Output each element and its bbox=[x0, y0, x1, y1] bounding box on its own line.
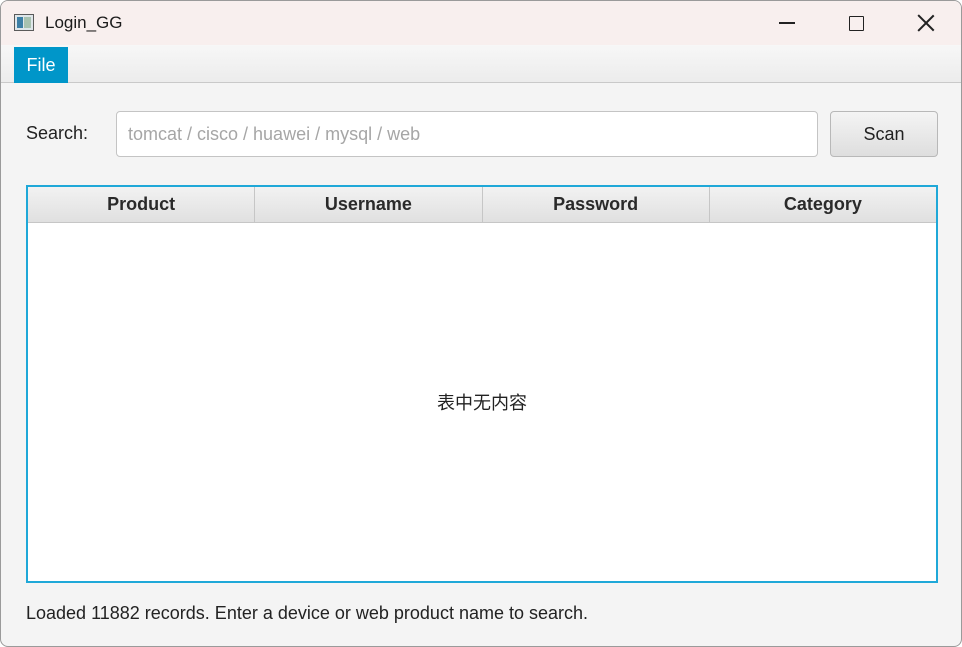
search-label: Search: bbox=[26, 123, 89, 143]
results-table[interactable]: Product Username Password Category 表中无内容 bbox=[26, 185, 938, 583]
app-window: Login_GG File Search: Scan Product Usern… bbox=[0, 0, 962, 647]
column-header-category[interactable]: Category bbox=[710, 187, 936, 222]
close-button[interactable] bbox=[891, 1, 961, 45]
app-window-icon bbox=[14, 14, 34, 31]
maximize-icon bbox=[848, 15, 864, 31]
maximize-button[interactable] bbox=[821, 1, 891, 45]
scan-button[interactable]: Scan bbox=[830, 111, 938, 157]
table-empty-placeholder: 表中无内容 bbox=[437, 393, 527, 413]
menu-bar: File bbox=[1, 45, 961, 83]
title-bar[interactable]: Login_GG bbox=[1, 1, 961, 45]
table-header: Product Username Password Category bbox=[28, 187, 936, 223]
window-title: Login_GG bbox=[45, 13, 123, 32]
close-icon bbox=[917, 14, 935, 32]
column-header-username[interactable]: Username bbox=[255, 187, 483, 222]
menu-file[interactable]: File bbox=[14, 47, 68, 83]
column-header-product[interactable]: Product bbox=[28, 187, 256, 222]
minimize-button[interactable] bbox=[752, 1, 822, 45]
column-header-password[interactable]: Password bbox=[483, 187, 710, 222]
minimize-icon bbox=[779, 22, 795, 24]
status-message: Loaded 11882 records. Enter a device or … bbox=[26, 603, 589, 623]
search-input[interactable] bbox=[116, 111, 818, 157]
